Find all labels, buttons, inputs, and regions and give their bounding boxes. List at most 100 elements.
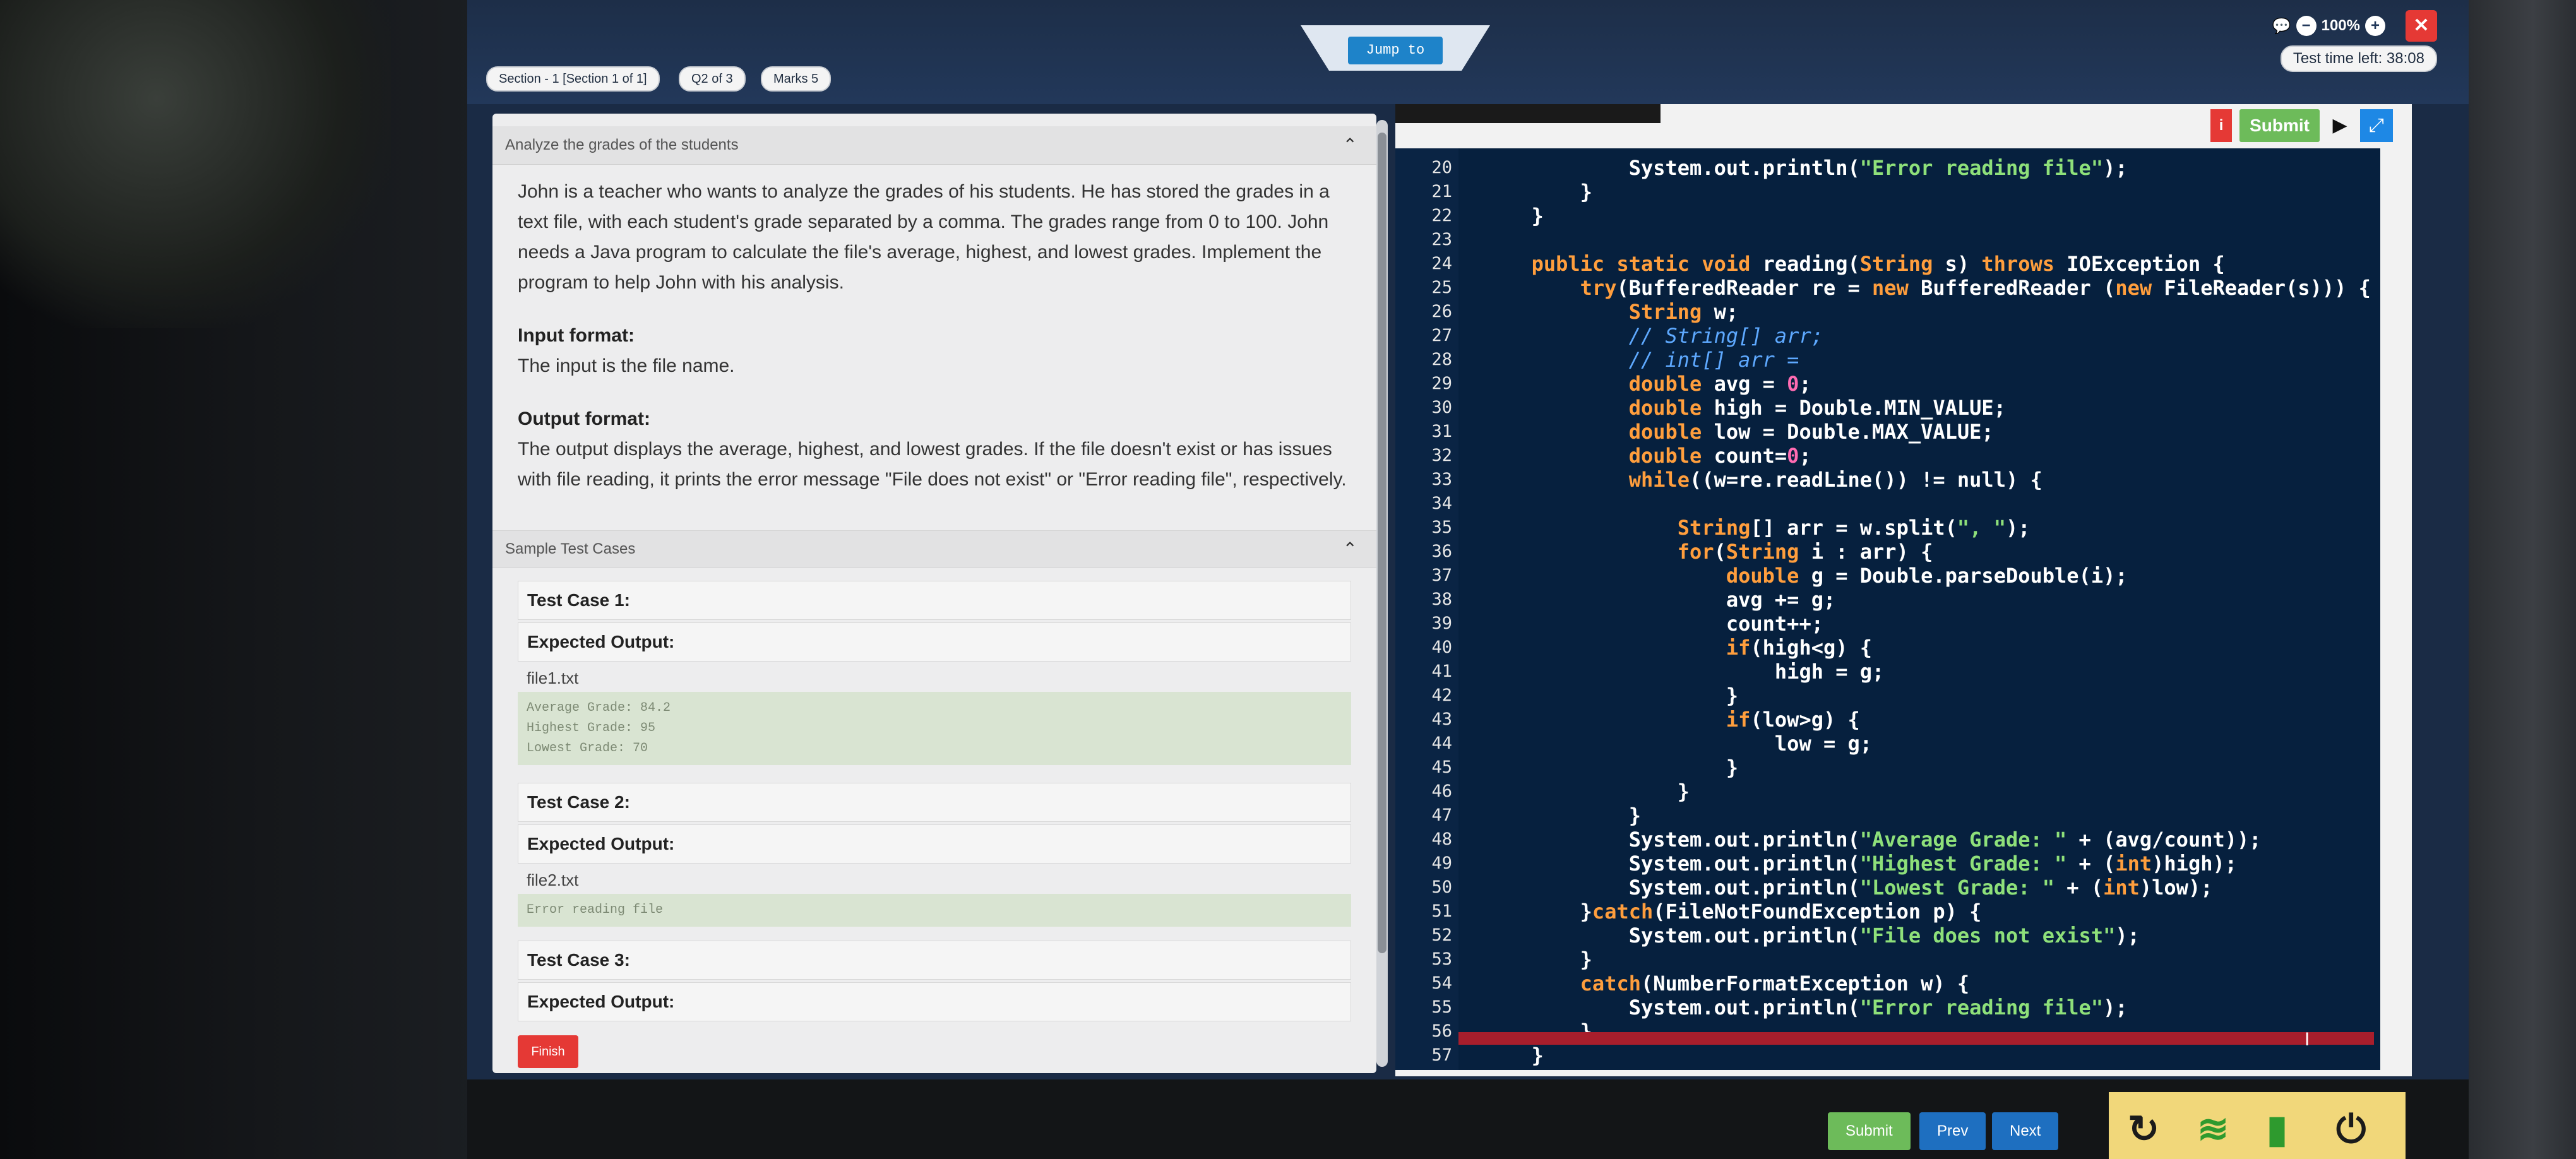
- line-code[interactable]: System.out.println("Highest Grade: " + (…: [1458, 852, 2380, 876]
- line-code[interactable]: double low = Double.MAX_VALUE;: [1458, 420, 2380, 444]
- wifi-icon[interactable]: ≋: [2197, 1107, 2229, 1151]
- code-line[interactable]: 22 }: [1395, 204, 2380, 228]
- code-line[interactable]: 38 avg += g;: [1395, 588, 2380, 612]
- line-code[interactable]: avg += g;: [1458, 588, 2380, 612]
- line-code[interactable]: double high = Double.MIN_VALUE;: [1458, 396, 2380, 420]
- code-line[interactable]: 29 double avg = 0;: [1395, 372, 2380, 396]
- code-line[interactable]: 24 public static void reading(String s) …: [1395, 252, 2380, 276]
- line-code[interactable]: }: [1458, 1043, 2380, 1067]
- line-code[interactable]: double avg = 0;: [1458, 372, 2380, 396]
- code-line[interactable]: 39 count++;: [1395, 612, 2380, 636]
- question-pill[interactable]: Q2 of 3: [679, 66, 746, 92]
- run-icon[interactable]: ▶: [2327, 109, 2352, 142]
- line-code[interactable]: System.out.println("Error reading file")…: [1458, 996, 2380, 1019]
- line-code[interactable]: [1458, 492, 2380, 516]
- code-line[interactable]: 32 double count=0;: [1395, 444, 2380, 468]
- chevron-up-icon[interactable]: ⌃: [1343, 126, 1357, 164]
- line-code[interactable]: }: [1458, 948, 2380, 972]
- close-icon[interactable]: ✕: [2406, 10, 2437, 42]
- code-line[interactable]: 40 if(high<g) {: [1395, 636, 2380, 660]
- code-line[interactable]: 44 low = g;: [1395, 732, 2380, 756]
- line-code[interactable]: System.out.println("Error reading file")…: [1458, 156, 2380, 180]
- zoom-in-icon[interactable]: +: [2365, 16, 2385, 36]
- test-cases-header[interactable]: Sample Test Cases ⌃: [492, 530, 1376, 568]
- code-line[interactable]: 28 // int[] arr =: [1395, 348, 2380, 372]
- code-line[interactable]: 21 }: [1395, 180, 2380, 204]
- code-line[interactable]: 48 System.out.println("Average Grade: " …: [1395, 828, 2380, 852]
- file-tab[interactable]: [1395, 104, 1661, 123]
- code-line[interactable]: 20 System.out.println("Error reading fil…: [1395, 156, 2380, 180]
- problem-scrollbar[interactable]: [1376, 120, 1388, 1067]
- code-line[interactable]: 31 double low = Double.MAX_VALUE;: [1395, 420, 2380, 444]
- code-line[interactable]: 30 double high = Double.MIN_VALUE;: [1395, 396, 2380, 420]
- line-code[interactable]: if(low>g) {: [1458, 708, 2380, 732]
- code-line[interactable]: 35 String[] arr = w.split(", ");: [1395, 516, 2380, 540]
- code-line[interactable]: 51 }catch(FileNotFoundException p) {: [1395, 900, 2380, 924]
- chat-icon[interactable]: 💬: [2272, 17, 2291, 35]
- line-code[interactable]: catch(NumberFormatException w) {: [1458, 972, 2380, 996]
- code-line[interactable]: 47 }: [1395, 804, 2380, 828]
- power-icon[interactable]: ⏻: [2336, 1107, 2366, 1151]
- line-code[interactable]: }catch(FileNotFoundException p) {: [1458, 900, 2380, 924]
- code-line[interactable]: 52 System.out.println("File does not exi…: [1395, 924, 2380, 948]
- line-code[interactable]: }: [1458, 204, 2380, 228]
- scrollbar-thumb[interactable]: [1378, 133, 1386, 953]
- code-line[interactable]: 55 System.out.println("Error reading fil…: [1395, 996, 2380, 1019]
- code-line[interactable]: 36 for(String i : arr) {: [1395, 540, 2380, 564]
- line-code[interactable]: double count=0;: [1458, 444, 2380, 468]
- line-code[interactable]: try(BufferedReader re = new BufferedRead…: [1458, 276, 2380, 300]
- code-line[interactable]: 34: [1395, 492, 2380, 516]
- code-line[interactable]: 27 // String[] arr;: [1395, 324, 2380, 348]
- line-code[interactable]: for(String i : arr) {: [1458, 540, 2380, 564]
- code-line[interactable]: 49 System.out.println("Highest Grade: " …: [1395, 852, 2380, 876]
- code-line[interactable]: 53 }: [1395, 948, 2380, 972]
- code-line[interactable]: 41 high = g;: [1395, 660, 2380, 684]
- line-code[interactable]: System.out.println("Lowest Grade: " + (i…: [1458, 876, 2380, 900]
- submit-button[interactable]: Submit: [1828, 1112, 1911, 1150]
- line-code[interactable]: }: [1458, 684, 2380, 708]
- problem-panel-header[interactable]: Analyze the grades of the students ⌃: [492, 126, 1376, 165]
- zoom-out-icon[interactable]: −: [2296, 16, 2317, 36]
- section-pill[interactable]: Section - 1 [Section 1 of 1]: [486, 66, 660, 92]
- next-button[interactable]: Next: [1992, 1112, 2059, 1150]
- line-code[interactable]: }: [1458, 756, 2380, 780]
- line-code[interactable]: high = g;: [1458, 660, 2380, 684]
- line-code[interactable]: }: [1458, 804, 2380, 828]
- code-lines[interactable]: 20 System.out.println("Error reading fil…: [1395, 156, 2380, 1067]
- line-code[interactable]: count++;: [1458, 612, 2380, 636]
- expand-icon[interactable]: ⤢: [2360, 109, 2393, 142]
- line-code[interactable]: System.out.println("Average Grade: " + (…: [1458, 828, 2380, 852]
- code-line[interactable]: 23: [1395, 228, 2380, 252]
- code-line[interactable]: 26 String w;: [1395, 300, 2380, 324]
- code-editor[interactable]: 20 System.out.println("Error reading fil…: [1395, 148, 2380, 1070]
- code-line[interactable]: 57 }: [1395, 1043, 2380, 1067]
- code-line[interactable]: 43 if(low>g) {: [1395, 708, 2380, 732]
- code-line[interactable]: 25 try(BufferedReader re = new BufferedR…: [1395, 276, 2380, 300]
- code-line[interactable]: 54 catch(NumberFormatException w) {: [1395, 972, 2380, 996]
- prev-button[interactable]: Prev: [1919, 1112, 1986, 1150]
- line-code[interactable]: System.out.println("File does not exist"…: [1458, 924, 2380, 948]
- line-code[interactable]: while((w=re.readLine()) != null) {: [1458, 468, 2380, 492]
- code-line[interactable]: 45 }: [1395, 756, 2380, 780]
- refresh-icon[interactable]: ↻: [2128, 1107, 2159, 1151]
- line-code[interactable]: String w;: [1458, 300, 2380, 324]
- line-code[interactable]: public static void reading(String s) thr…: [1458, 252, 2380, 276]
- line-code[interactable]: if(high<g) {: [1458, 636, 2380, 660]
- code-line[interactable]: 46 }: [1395, 780, 2380, 804]
- line-code[interactable]: // int[] arr =: [1458, 348, 2380, 372]
- line-code[interactable]: [1458, 228, 2380, 252]
- code-line[interactable]: 37 double g = Double.parseDouble(i);: [1395, 564, 2380, 588]
- line-code[interactable]: }: [1458, 180, 2380, 204]
- line-code[interactable]: double g = Double.parseDouble(i);: [1458, 564, 2380, 588]
- line-code[interactable]: low = g;: [1458, 732, 2380, 756]
- jump-to-button[interactable]: Jump to: [1348, 37, 1443, 64]
- code-line[interactable]: 50 System.out.println("Lowest Grade: " +…: [1395, 876, 2380, 900]
- code-line[interactable]: 33 while((w=re.readLine()) != null) {: [1395, 468, 2380, 492]
- line-code[interactable]: String[] arr = w.split(", ");: [1458, 516, 2380, 540]
- info-button[interactable]: i: [2210, 109, 2233, 142]
- line-code[interactable]: }: [1458, 780, 2380, 804]
- chevron-up-icon[interactable]: ⌃: [1343, 531, 1357, 568]
- finish-button[interactable]: Finish: [518, 1035, 578, 1068]
- line-code[interactable]: // String[] arr;: [1458, 324, 2380, 348]
- editor-submit-button[interactable]: Submit: [2239, 109, 2320, 142]
